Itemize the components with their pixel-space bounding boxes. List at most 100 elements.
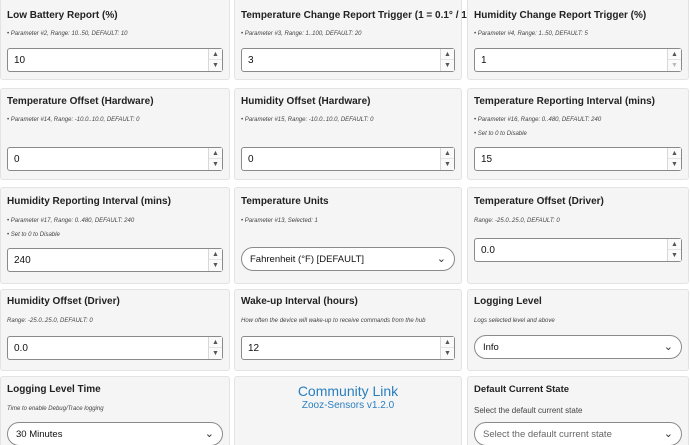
card-description: • Parameter #16, Range: 0..480, DEFAULT:…	[474, 117, 602, 123]
card-temperature-change-trigger: Temperature Change Report Trigger (1 = 0…	[234, 0, 497, 80]
increment-icon[interactable]: ▲	[441, 148, 454, 159]
wakeup-interval-input[interactable]: 12 ▲ ▼	[241, 336, 455, 360]
card-description: Select the default current state	[474, 406, 583, 415]
spinner[interactable]: ▲ ▼	[208, 49, 222, 71]
spinner[interactable]: ▲ ▼	[440, 49, 454, 71]
decrement-icon[interactable]: ▼	[209, 260, 222, 271]
increment-icon[interactable]: ▲	[209, 148, 222, 159]
chevron-down-icon: ⌄	[663, 341, 673, 353]
spinner[interactable]: ▲ ▼	[667, 239, 681, 261]
card-title: Temperature Change Report Trigger (1 = 0…	[241, 10, 497, 21]
card-description: • Parameter #3, Range: 1..100, DEFAULT: …	[241, 31, 362, 37]
card-description: • Parameter #17, Range: 0..480, DEFAULT:…	[7, 218, 135, 224]
input-value: 0	[14, 154, 20, 165]
select-placeholder: Select the default current state	[483, 429, 612, 440]
card-title: Humidity Offset (Driver)	[7, 296, 120, 307]
card-description: • Parameter #2, Range: 10..50, DEFAULT: …	[7, 31, 128, 37]
humidity-offset-driver-input[interactable]: 0.0 ▲ ▼	[7, 336, 223, 360]
community-link[interactable]: Community Link	[235, 383, 461, 399]
temperature-change-input[interactable]: 3 ▲ ▼	[241, 48, 455, 72]
low-battery-input[interactable]: 10 ▲ ▼	[7, 48, 223, 72]
decrement-icon[interactable]: ▼	[668, 250, 681, 261]
card-wakeup-interval: Wake-up Interval (hours) How often the d…	[234, 289, 462, 371]
card-description: • Parameter #13, Selected: 1	[241, 218, 318, 224]
increment-icon[interactable]: ▲	[441, 49, 454, 60]
card-humidity-reporting-interval: Humidity Reporting Interval (mins) • Par…	[0, 187, 230, 284]
input-value: 12	[248, 343, 260, 354]
logging-level-select[interactable]: Info ⌄	[474, 335, 682, 359]
card-note: • Set to 0 to Disable	[7, 232, 60, 238]
card-title: Temperature Offset (Driver)	[474, 196, 604, 207]
card-title: Humidity Change Report Trigger (%)	[474, 10, 647, 21]
input-value: 240	[14, 255, 31, 266]
spinner[interactable]: ▲ ▼	[440, 148, 454, 170]
card-humidity-offset-hardware: Humidity Offset (Hardware) • Parameter #…	[234, 88, 462, 180]
decrement-icon[interactable]: ▼	[441, 159, 454, 170]
decrement-icon[interactable]: ▼	[209, 60, 222, 71]
spinner[interactable]: ▲ ▼	[667, 148, 681, 170]
input-value: 0	[248, 154, 254, 165]
card-title: Default Current State	[474, 384, 570, 395]
card-temperature-reporting-interval: Temperature Reporting Interval (mins) • …	[467, 88, 689, 180]
increment-icon[interactable]: ▲	[209, 249, 222, 260]
spinner[interactable]: ▲ ▼	[440, 337, 454, 359]
driver-version: Zooz-Sensors v1.2.0	[301, 400, 395, 411]
select-value: Info	[483, 342, 499, 353]
input-value: 0.0	[14, 343, 28, 354]
default-current-state-select[interactable]: Select the default current state ⌄	[474, 422, 682, 445]
temperature-reporting-interval-input[interactable]: 15 ▲ ▼	[474, 147, 682, 171]
humidity-offset-hardware-input[interactable]: 0 ▲ ▼	[241, 147, 455, 171]
input-value: 3	[248, 55, 254, 66]
increment-icon[interactable]: ▲	[668, 148, 681, 159]
card-community: Community Link Zooz-Sensors v1.2.0	[234, 376, 462, 445]
card-title: Temperature Reporting Interval (mins)	[474, 96, 655, 107]
temperature-offset-hardware-input[interactable]: 0 ▲ ▼	[7, 147, 223, 171]
decrement-icon[interactable]: ▼	[441, 60, 454, 71]
card-description: Time to enable Debug/Trace logging	[7, 406, 104, 412]
spinner[interactable]: ▲ ▼	[208, 337, 222, 359]
decrement-icon[interactable]: ▼	[209, 159, 222, 170]
card-title: Logging Level	[474, 296, 542, 307]
increment-icon[interactable]: ▲	[668, 49, 681, 60]
card-description: • Parameter #15, Range: -10.0..10.0, DEF…	[241, 117, 374, 123]
decrement-icon[interactable]: ▼	[668, 60, 681, 71]
spinner[interactable]: ▲ ▼	[667, 49, 681, 71]
increment-icon[interactable]: ▲	[209, 337, 222, 348]
card-note: • Set to 0 to Disable	[474, 131, 527, 137]
input-value: 15	[481, 154, 493, 165]
select-value: 30 Minutes	[16, 429, 63, 440]
card-description: Range: -25.0..25.0, DEFAULT: 0	[7, 318, 93, 324]
card-title: Wake-up Interval (hours)	[241, 296, 358, 307]
logging-level-time-select[interactable]: 30 Minutes ⌄	[7, 422, 223, 445]
chevron-down-icon: ⌄	[436, 253, 446, 265]
card-humidity-offset-driver: Humidity Offset (Driver) Range: -25.0..2…	[0, 289, 230, 371]
decrement-icon[interactable]: ▼	[441, 348, 454, 359]
temperature-offset-driver-input[interactable]: 0.0 ▲ ▼	[474, 238, 682, 262]
card-description: • Parameter #4, Range: 1..50, DEFAULT: 5	[474, 31, 588, 37]
card-title: Humidity Reporting Interval (mins)	[7, 196, 171, 207]
input-value: 10	[14, 55, 26, 66]
card-temperature-offset-driver: Temperature Offset (Driver) Range: -25.0…	[467, 187, 689, 284]
card-temperature-units: Temperature Units • Parameter #13, Selec…	[234, 187, 462, 284]
spinner[interactable]: ▲ ▼	[208, 148, 222, 170]
card-title: Low Battery Report (%)	[7, 10, 118, 21]
card-default-current-state: Default Current State Select the default…	[467, 376, 689, 445]
card-title: Temperature Units	[241, 196, 329, 207]
card-logging-level: Logging Level Logs selected level and ab…	[467, 289, 689, 371]
chevron-down-icon: ⌄	[663, 428, 673, 440]
card-title: Logging Level Time	[7, 384, 101, 395]
humidity-reporting-interval-input[interactable]: 240 ▲ ▼	[7, 248, 223, 272]
increment-icon[interactable]: ▲	[209, 49, 222, 60]
decrement-icon[interactable]: ▼	[668, 159, 681, 170]
temperature-units-select[interactable]: Fahrenheit (°F) [DEFAULT] ⌄	[241, 247, 455, 271]
decrement-icon[interactable]: ▼	[209, 348, 222, 359]
spinner[interactable]: ▲ ▼	[208, 249, 222, 271]
card-humidity-change-trigger: Humidity Change Report Trigger (%) • Par…	[467, 0, 689, 80]
increment-icon[interactable]: ▲	[668, 239, 681, 250]
select-value: Fahrenheit (°F) [DEFAULT]	[250, 254, 364, 265]
chevron-down-icon: ⌄	[204, 428, 214, 440]
increment-icon[interactable]: ▲	[441, 337, 454, 348]
input-value: 0.0	[481, 245, 495, 256]
humidity-change-input[interactable]: 1 ▲ ▼	[474, 48, 682, 72]
card-logging-level-time: Logging Level Time Time to enable Debug/…	[0, 376, 230, 445]
